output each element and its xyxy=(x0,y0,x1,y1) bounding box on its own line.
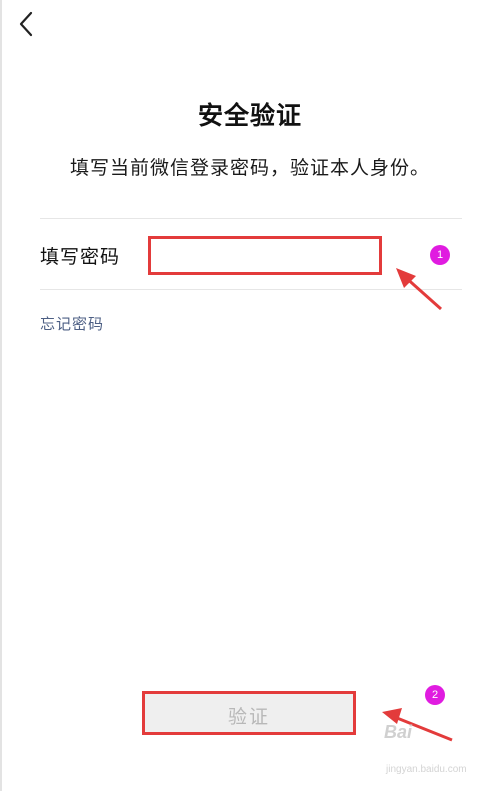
chevron-left-icon xyxy=(19,11,33,37)
back-button[interactable] xyxy=(14,8,42,40)
page-title: 安全验证 xyxy=(197,101,302,130)
watermark-logo: Bai xyxy=(384,722,413,742)
divider-top xyxy=(40,218,462,219)
step-marker-2: 2 xyxy=(425,685,445,705)
step-marker-1: 1 xyxy=(430,245,450,265)
password-label: 填写密码 xyxy=(40,246,121,268)
forgot-password-link[interactable]: 忘记密码 xyxy=(40,313,104,334)
page-subtitle: 填写当前微信登录密码，验证本人身份。 xyxy=(69,157,430,179)
watermark-url: jingyan.baidu.com xyxy=(386,764,467,775)
divider-bottom xyxy=(40,289,462,290)
password-input[interactable] xyxy=(148,236,382,275)
verify-button[interactable]: 验证 xyxy=(142,691,356,735)
